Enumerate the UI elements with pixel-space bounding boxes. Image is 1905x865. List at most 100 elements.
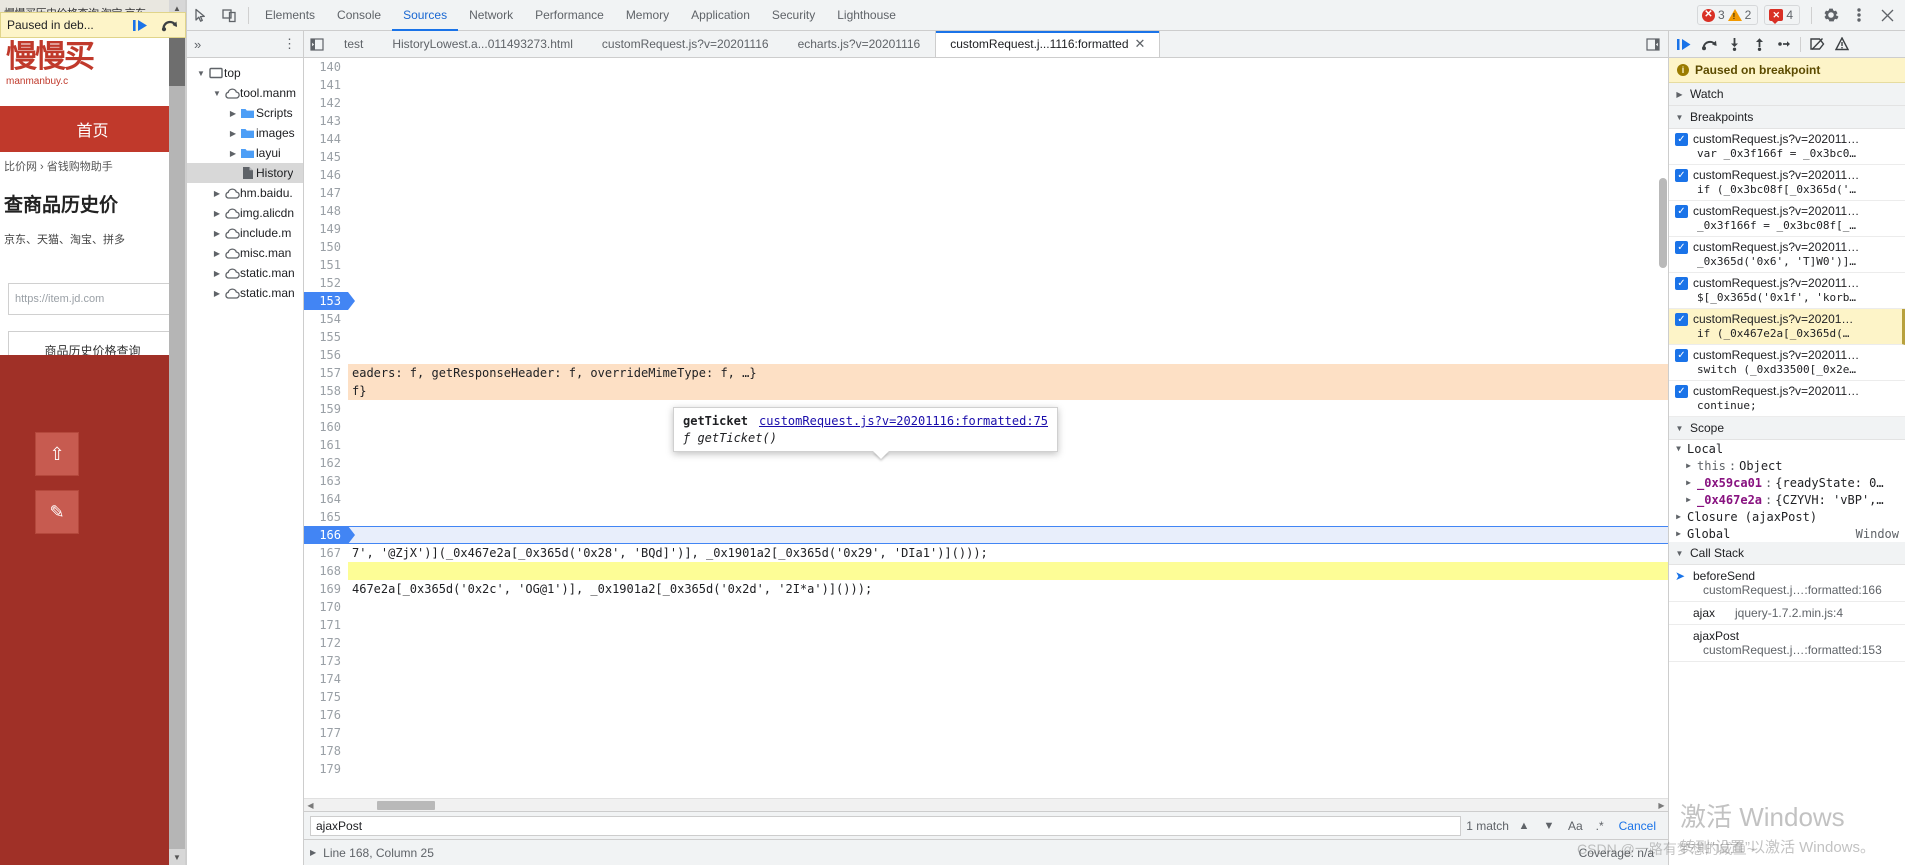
file-tab-test[interactable]: test <box>330 31 378 57</box>
line-number[interactable]: 164 <box>304 490 348 508</box>
scope-row-local[interactable]: ▼ Local <box>1669 440 1905 457</box>
editor-vertical-scrollbar[interactable] <box>1657 58 1668 798</box>
scope-section-header[interactable]: ▼ Scope <box>1669 417 1905 440</box>
tree-item-layui[interactable]: ▶ layui <box>187 143 303 163</box>
line-number[interactable]: 147 <box>304 184 348 202</box>
line-number[interactable]: 141 <box>304 76 348 94</box>
chevron-right-icon[interactable]: ▶ <box>310 848 316 857</box>
breakpoint-item[interactable]: ✓ customRequest.js?v=202011… if (_0x3bc0… <box>1669 165 1905 201</box>
twisty-closed-icon[interactable]: ▶ <box>211 249 223 258</box>
tree-item-hm-baidu[interactable]: ▶ hm.baidu. <box>187 183 303 203</box>
call-stack-frame-beforesend[interactable]: ➤ beforeSend customRequest.j…:formatted:… <box>1669 565 1905 602</box>
tree-item-top[interactable]: ▼ top <box>187 63 303 83</box>
twisty-closed-icon[interactable]: ▶ <box>1683 461 1694 470</box>
tab-lighthouse[interactable]: Lighthouse <box>826 0 907 31</box>
close-icon[interactable]: ✕ <box>1135 36 1146 52</box>
twisty-closed-icon[interactable]: ▶ <box>211 209 223 218</box>
resume-icon[interactable] <box>125 12 155 38</box>
file-tab-echarts[interactable]: echarts.js?v=20201116 <box>784 31 936 57</box>
line-number[interactable]: 176 <box>304 706 348 724</box>
line-number[interactable]: 150 <box>304 238 348 256</box>
twisty-open-icon[interactable]: ▼ <box>211 89 223 98</box>
twisty-closed-icon[interactable]: ▶ <box>227 109 239 118</box>
breakpoint-item[interactable]: ✓ customRequest.js?v=202011… $[_0x365d('… <box>1669 273 1905 309</box>
line-number[interactable]: 179 <box>304 760 348 778</box>
scope-row-global[interactable]: ▶ Global Window <box>1669 525 1905 542</box>
line-number[interactable]: 149 <box>304 220 348 238</box>
tab-sources[interactable]: Sources <box>392 0 458 31</box>
line-number[interactable]: 155 <box>304 328 348 346</box>
call-stack-section-header[interactable]: ▼ Call Stack <box>1669 542 1905 565</box>
scrollbar-thumb[interactable] <box>377 801 435 810</box>
tab-console[interactable]: Console <box>326 0 392 31</box>
line-number[interactable]: 144 <box>304 130 348 148</box>
regex-toggle[interactable]: .* <box>1592 819 1608 833</box>
show-navigator-icon[interactable] <box>304 31 330 57</box>
line-number[interactable]: 142 <box>304 94 348 112</box>
breakpoint-checkbox[interactable]: ✓ <box>1675 169 1688 182</box>
step-over-icon[interactable] <box>1697 33 1721 55</box>
scrollbar-thumb[interactable] <box>1659 178 1667 268</box>
tree-item-include-m[interactable]: ▶ include.m <box>187 223 303 243</box>
twisty-open-icon[interactable]: ▼ <box>195 69 207 78</box>
tab-network[interactable]: Network <box>458 0 524 31</box>
tab-memory[interactable]: Memory <box>615 0 680 31</box>
line-number[interactable]: 140 <box>304 58 348 76</box>
twisty-closed-icon[interactable]: ▶ <box>227 129 239 138</box>
breakpoint-checkbox[interactable]: ✓ <box>1675 133 1688 146</box>
breakpoint-item[interactable]: ✓ customRequest.js?v=202011… switch (_0x… <box>1669 345 1905 381</box>
breakpoint-item[interactable]: ✓ customRequest.js?v=202011… continue; <box>1669 381 1905 417</box>
twisty-closed-icon[interactable]: ▶ <box>211 189 223 198</box>
twisty-closed-icon[interactable]: ▶ <box>1683 478 1694 487</box>
twisty-closed-icon[interactable]: ▶ <box>1674 90 1685 99</box>
step-into-icon[interactable] <box>1722 33 1746 55</box>
breakpoint-checkbox[interactable]: ✓ <box>1675 349 1688 362</box>
breakpoint-checkbox[interactable]: ✓ <box>1675 277 1688 290</box>
resume-script-icon[interactable] <box>1672 33 1696 55</box>
line-number[interactable]: 178 <box>304 742 348 760</box>
line-number[interactable]: 174 <box>304 670 348 688</box>
scope-row-var-0x59ca01[interactable]: ▶ _0x59ca01 : {readyState: 0… <box>1669 474 1905 491</box>
tab-performance[interactable]: Performance <box>524 0 615 31</box>
chevron-double-right-icon[interactable]: » <box>190 37 205 52</box>
breakpoint-item[interactable]: ✓ customRequest.js?v=202011… var _0x3f16… <box>1669 129 1905 165</box>
tree-item-misc-man[interactable]: ▶ misc.man <box>187 243 303 263</box>
site-nav-home[interactable]: 首页 <box>0 106 185 152</box>
twisty-closed-icon[interactable]: ▶ <box>211 269 223 278</box>
cancel-button[interactable]: Cancel <box>1613 819 1662 833</box>
step-out-icon[interactable] <box>1747 33 1771 55</box>
line-number[interactable]: 151 <box>304 256 348 274</box>
call-stack-frame-ajax[interactable]: ajax jquery-1.7.2.min.js:4 <box>1669 602 1905 625</box>
line-number[interactable]: 161 <box>304 436 348 454</box>
inspect-element-icon[interactable] <box>187 1 215 29</box>
tab-application[interactable]: Application <box>680 0 761 31</box>
line-number[interactable]: 158 <box>304 382 348 400</box>
twisty-open-icon[interactable]: ▼ <box>1674 424 1685 433</box>
tab-security[interactable]: Security <box>761 0 826 31</box>
line-number[interactable]: 146 <box>304 166 348 184</box>
scroll-top-icon[interactable]: ⇧ <box>35 432 79 476</box>
twisty-closed-icon[interactable]: ▶ <box>211 229 223 238</box>
tree-item-static-man-1[interactable]: ▶ static.man <box>187 263 303 283</box>
breakpoint-item[interactable]: ✓ customRequest.js?v=202011… _0x365d('0x… <box>1669 237 1905 273</box>
line-number[interactable]: 156 <box>304 346 348 364</box>
line-number[interactable]: 172 <box>304 634 348 652</box>
tooltip-source-link[interactable]: customRequest.js?v=20201116:formatted:75 <box>759 414 1048 428</box>
scope-row-var-0x467e2a[interactable]: ▶ _0x467e2a : {CZYVH: 'vBP',… <box>1669 491 1905 508</box>
breakpoint-checkbox[interactable]: ✓ <box>1675 313 1688 326</box>
watch-section-header[interactable]: ▶ Watch <box>1669 83 1905 106</box>
line-number[interactable]: 154 <box>304 310 348 328</box>
scrollbar-track[interactable] <box>317 799 1655 812</box>
twisty-open-icon[interactable]: ▼ <box>1674 113 1685 122</box>
line-number[interactable]: 157 <box>304 364 348 382</box>
twisty-closed-icon[interactable]: ▶ <box>1673 529 1684 538</box>
close-icon[interactable] <box>1873 1 1901 29</box>
site-logo[interactable]: 慢慢买 manmanbuy.c <box>0 28 185 100</box>
kebab-menu-icon[interactable] <box>1845 1 1873 29</box>
line-number[interactable]: 170 <box>304 598 348 616</box>
scroll-down-arrow-icon[interactable]: ▼ <box>169 849 185 865</box>
file-tab-customrequest[interactable]: customRequest.js?v=20201116 <box>588 31 784 57</box>
line-number[interactable]: 171 <box>304 616 348 634</box>
line-number[interactable]: 167 <box>304 544 348 562</box>
step-icon[interactable] <box>1772 33 1796 55</box>
